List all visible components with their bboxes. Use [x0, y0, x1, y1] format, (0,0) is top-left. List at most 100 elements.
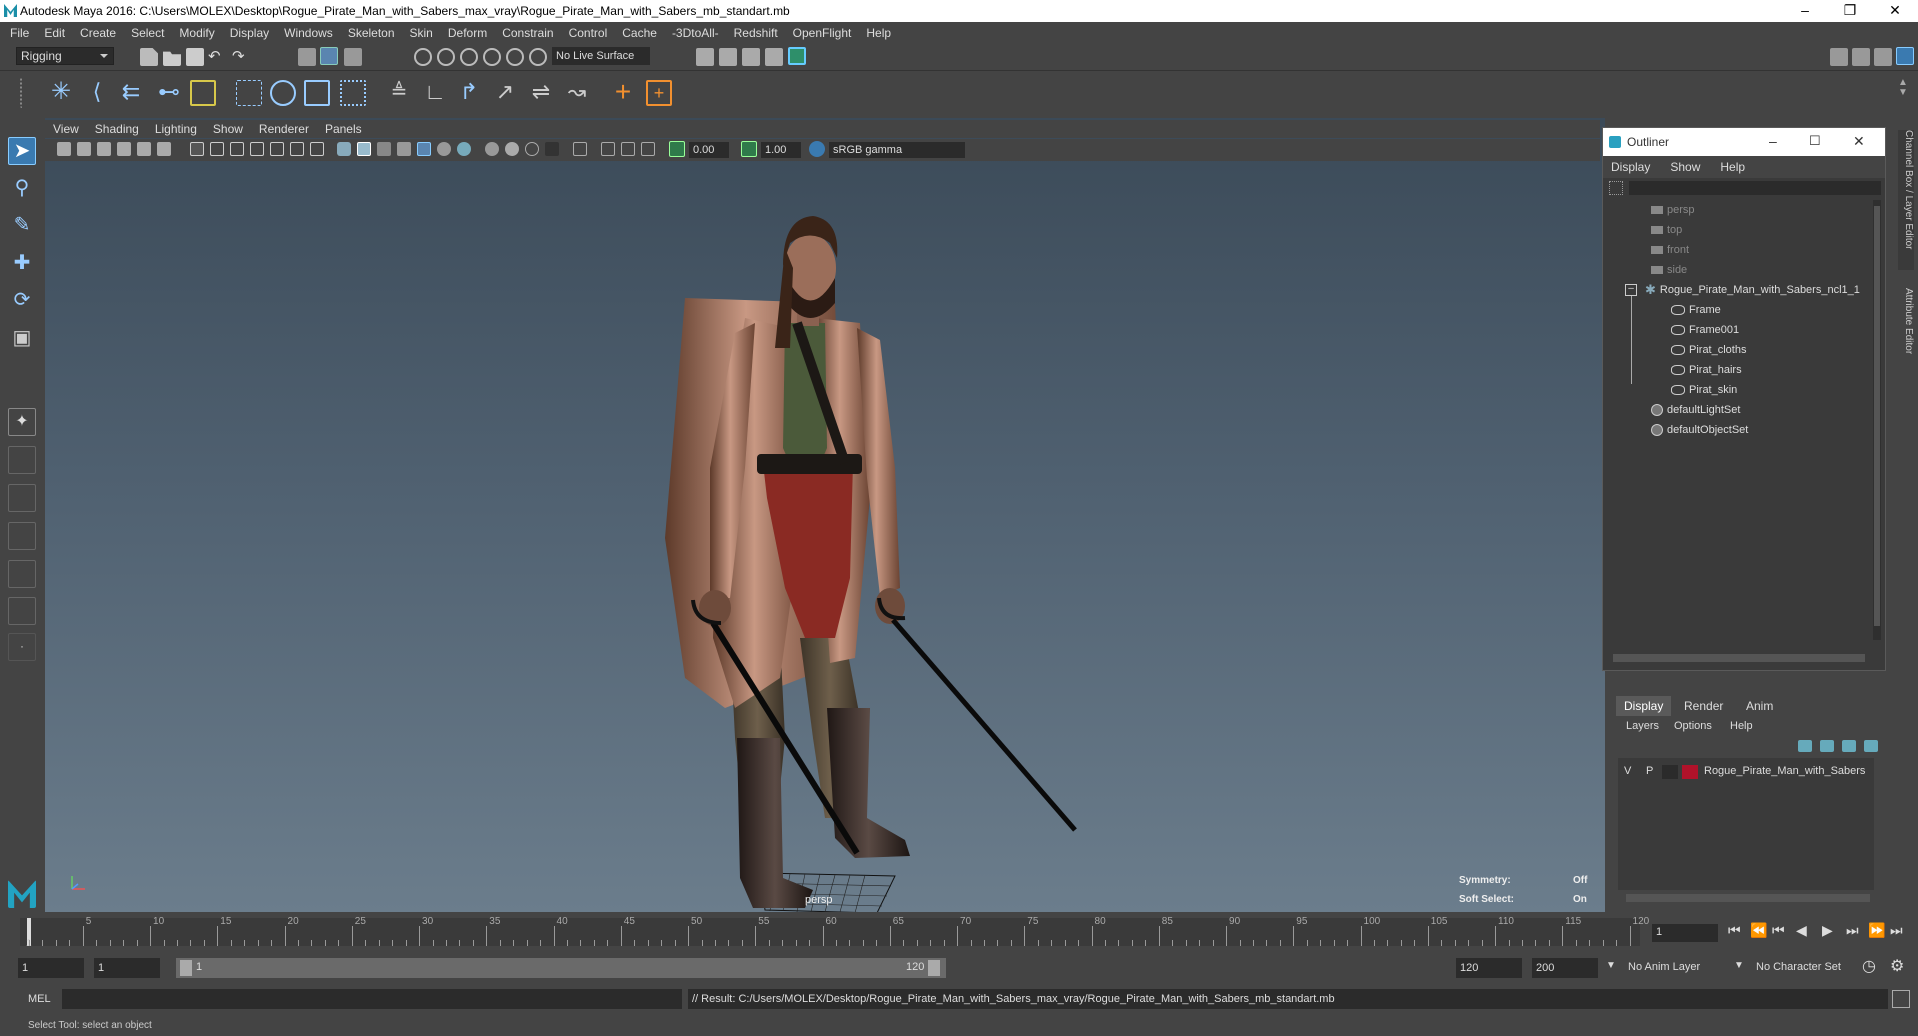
menu-create[interactable]: Create [80, 26, 116, 40]
layer-tab-display[interactable]: Display [1616, 696, 1672, 716]
select-component-icon[interactable] [344, 48, 362, 66]
outliner-menu-show[interactable]: Show [1670, 160, 1700, 174]
xray-joints-icon[interactable] [601, 142, 615, 156]
go-to-start-button[interactable]: ⏮ [1728, 922, 1741, 939]
outliner-item-front[interactable]: front [1651, 240, 1689, 260]
shadows-icon[interactable] [437, 142, 451, 156]
snap-curve-icon[interactable] [437, 48, 455, 66]
save-scene-icon[interactable] [186, 48, 204, 66]
layer-menu-help[interactable]: Help [1730, 720, 1753, 732]
ik-spline-icon[interactable]: ⇇ [118, 80, 144, 106]
field-chart-icon[interactable] [270, 142, 284, 156]
step-back-key-button[interactable]: ⏪ [1750, 922, 1767, 939]
menu-redshift[interactable]: Redshift [734, 26, 778, 40]
viewport-menu-renderer[interactable]: Renderer [259, 122, 309, 136]
attribute-editor-toggle-icon[interactable] [1852, 48, 1870, 66]
undo-icon[interactable]: ↶ [208, 49, 226, 68]
dropdown-arrow-icon[interactable]: ▼ [1734, 960, 1744, 971]
layer-hscrollbar[interactable] [1626, 894, 1870, 902]
viewport-menu-shading[interactable]: Shading [95, 122, 139, 136]
ik-handle-icon[interactable]: ⟨ [84, 80, 110, 106]
render-frame-icon[interactable] [719, 48, 737, 66]
layer-tab-anim[interactable]: Anim [1738, 696, 1781, 716]
persp-graph-layout-icon[interactable] [8, 522, 36, 550]
smooth-bind-icon[interactable] [270, 80, 296, 106]
menu-control[interactable]: Control [569, 26, 608, 40]
script-editor-icon[interactable] [1892, 990, 1910, 1008]
range-start-handle[interactable] [180, 960, 192, 976]
resolution-gate-icon[interactable] [230, 142, 244, 156]
menu-3dtoall[interactable]: -3DtoAll- [672, 26, 719, 40]
backface-icon[interactable] [641, 142, 655, 156]
outliner-hscrollbar[interactable] [1613, 654, 1865, 662]
persp-outliner-layout-icon[interactable] [8, 484, 36, 512]
lattice-icon[interactable] [304, 80, 330, 106]
command-input[interactable] [62, 989, 682, 1009]
outliner-item-default-light-set[interactable]: defaultLightSet [1651, 400, 1740, 420]
step-back-frame-button[interactable]: ⏮ [1772, 922, 1785, 939]
motion-blur-icon[interactable] [505, 142, 519, 156]
grid-toggle-icon[interactable] [190, 142, 204, 156]
gate-mask-icon[interactable] [250, 142, 264, 156]
wireframe-on-shaded-icon[interactable] [377, 142, 391, 156]
outliner-item-pirat-hairs[interactable]: Pirat_hairs [1671, 360, 1742, 380]
camera-attributes-icon[interactable] [77, 142, 91, 156]
menu-skin[interactable]: Skin [410, 26, 433, 40]
current-frame-field[interactable]: 1 [1652, 924, 1718, 942]
hypershade-icon[interactable] [788, 47, 806, 65]
orient-constraint-icon[interactable]: ↱ [456, 80, 482, 106]
menu-skeleton[interactable]: Skeleton [348, 26, 395, 40]
grease-pencil-icon[interactable] [157, 142, 171, 156]
character-set-dropdown[interactable]: No Character Set [1756, 961, 1841, 973]
outliner-item-frame[interactable]: Frame [1671, 300, 1721, 320]
outliner-menu-help[interactable]: Help [1720, 160, 1745, 174]
play-backward-button[interactable]: ◀ [1796, 922, 1807, 939]
2d-pan-zoom-icon[interactable] [137, 142, 151, 156]
viewport-menu-panels[interactable]: Panels [325, 122, 362, 136]
scene-end-field[interactable]: 200 [1532, 958, 1598, 978]
color-space-dropdown[interactable]: sRGB gamma [829, 142, 965, 158]
scale-tool-icon[interactable]: ▣ [8, 325, 36, 353]
viewport-menu-view[interactable]: View [53, 122, 79, 136]
single-perspective-view-icon[interactable]: ✦ [8, 408, 36, 436]
move-tool-icon[interactable]: ✚ [8, 250, 36, 278]
hik-icon[interactable]: + [646, 80, 672, 106]
wireframe-icon[interactable] [337, 142, 351, 156]
outliner-vscrollbar[interactable] [1873, 200, 1881, 640]
restore-button[interactable]: ❐ [1830, 0, 1870, 22]
camera-select-icon[interactable] [57, 142, 71, 156]
layer-playback-toggle[interactable]: P [1646, 765, 1653, 777]
viewport-menu-lighting[interactable]: Lighting [155, 122, 197, 136]
play-forward-button[interactable]: ▶ [1822, 922, 1833, 939]
auto-key-icon[interactable]: ◷ [1862, 956, 1876, 976]
range-bar[interactable]: 1 120 [176, 958, 946, 978]
menu-file[interactable]: File [10, 26, 29, 40]
live-surface-field[interactable]: No Live Surface [552, 47, 650, 65]
viewport-3d[interactable]: persp Symmetry: Off Soft Select: On [45, 118, 1605, 912]
time-slider[interactable]: 1 5 10 15 20 25 30 35 40 45 50 55 60 65 70 75 80 85 90 95 1… [0, 912, 1918, 952]
menu-help[interactable]: Help [866, 26, 891, 40]
layer-menu-options[interactable]: Options [1674, 720, 1712, 732]
exposure-field[interactable]: 0.00 [689, 142, 729, 158]
snap-view-icon[interactable] [529, 48, 547, 66]
ipr-render-icon[interactable] [742, 48, 760, 66]
select-object-icon[interactable] [320, 47, 338, 65]
outliner-item-side[interactable]: side [1651, 260, 1687, 280]
dropdown-arrow-icon[interactable]: ▼ [1606, 960, 1616, 971]
outliner-menu-display[interactable]: Display [1611, 160, 1650, 174]
outliner-filter-icon[interactable] [1609, 181, 1623, 195]
point-constraint-icon[interactable]: ∟ [422, 80, 448, 106]
bookmark-icon[interactable] [97, 142, 111, 156]
move-layer-down-icon[interactable] [1820, 740, 1834, 752]
pole-vector-icon[interactable]: ↝ [564, 80, 590, 106]
layer-row[interactable]: V P Rogue_Pirate_Man_with_Sabers [1618, 762, 1874, 782]
select-hierarchy-icon[interactable] [298, 48, 316, 66]
scale-constraint-icon[interactable]: ↗ [492, 80, 518, 106]
channel-box-toggle-icon[interactable] [1896, 47, 1914, 65]
image-plane-icon[interactable] [117, 142, 131, 156]
shelf-settings-icon[interactable] [20, 78, 30, 108]
aim-constraint-icon[interactable]: ⇌ [528, 80, 554, 106]
new-layer-icon[interactable] [1842, 740, 1856, 752]
snap-point-icon[interactable] [460, 48, 478, 66]
outliner-close-button[interactable]: ✕ [1853, 133, 1865, 150]
